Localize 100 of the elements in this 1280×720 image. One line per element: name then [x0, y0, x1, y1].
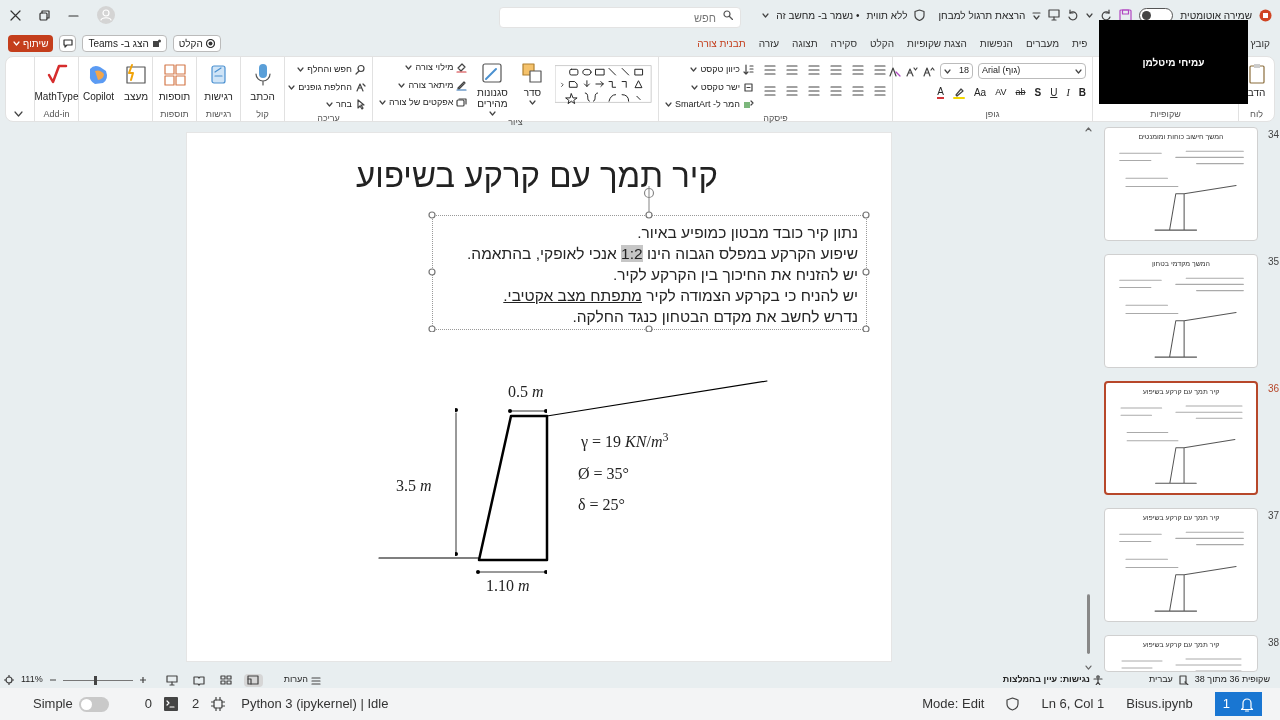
- ribbon-button[interactable]: רגישות: [201, 63, 236, 104]
- undo-icon[interactable]: [1067, 9, 1080, 21]
- ribbon-tab[interactable]: תבנית צורה: [697, 35, 746, 51]
- save-icon[interactable]: [1119, 8, 1133, 22]
- caret-icon: [488, 111, 496, 116]
- align-text-icon: [743, 81, 754, 93]
- ribbon-command[interactable]: החלפת גופנים: [288, 80, 366, 94]
- align-left-icon[interactable]: [829, 84, 842, 97]
- ribbon-button[interactable]: סגנונות מהירים: [475, 61, 510, 116]
- ribbon-tab[interactable]: מעברים: [1025, 35, 1060, 51]
- ribbon-tab[interactable]: תצוגה: [792, 35, 818, 51]
- fit-to-window-icon[interactable]: [4, 675, 14, 685]
- ribbon-button[interactable]: הכתב: [247, 63, 278, 104]
- spellcheck-icon[interactable]: [1178, 675, 1189, 685]
- zoom-slider-thumb[interactable]: [94, 675, 98, 685]
- font-name-field[interactable]: Arial (גוף): [978, 63, 1086, 79]
- font-size-field[interactable]: 18: [940, 63, 973, 79]
- ribbon-command[interactable]: חפש והחלף: [297, 63, 366, 77]
- notes-button[interactable]: הערות: [283, 673, 321, 687]
- present-in-teams-button[interactable]: הצג ב- Teams: [82, 34, 167, 52]
- highlighter-icon[interactable]: [952, 86, 965, 99]
- justify-icon[interactable]: [807, 84, 820, 97]
- left-to-right-icon[interactable]: [763, 84, 776, 97]
- redo-icon[interactable]: [1100, 9, 1113, 21]
- ribbon-tab[interactable]: הקלט: [870, 35, 895, 51]
- ribbon-button[interactable]: סדר: [517, 61, 548, 105]
- kernel-status[interactable]: Python 3 (ipykernel) | Idle: [241, 694, 389, 714]
- shield-icon[interactable]: [1006, 697, 1020, 711]
- comments-button[interactable]: [59, 34, 77, 52]
- right-to-left-icon[interactable]: [785, 84, 798, 97]
- ribbon-command[interactable]: אפקטים של צורה: [379, 96, 468, 110]
- record-button[interactable]: הקלט: [172, 34, 221, 52]
- grow-font-icon[interactable]: [923, 65, 935, 77]
- customize-icon[interactable]: [1032, 10, 1042, 20]
- document-title[interactable]: הרצאת תרגול למבחן: [938, 7, 1026, 23]
- search-field[interactable]: חפש: [499, 7, 741, 28]
- slide-position: שקופית 36 מתוך 38: [1194, 673, 1270, 687]
- collapse-ribbon-icon[interactable]: [14, 111, 23, 117]
- ribbon-button[interactable]: מעצב: [121, 63, 152, 104]
- format-button[interactable]: B: [1078, 85, 1086, 100]
- line-spacing-icon[interactable]: [785, 63, 798, 76]
- caret-icon: [1086, 12, 1094, 18]
- slide-number: 36: [1268, 382, 1280, 396]
- share-button[interactable]: שיתוף: [8, 34, 54, 52]
- ribbon-command[interactable]: מיתאר צורה: [398, 78, 468, 92]
- numbering-icon[interactable]: [851, 63, 864, 76]
- close-icon[interactable]: [10, 9, 21, 21]
- ribbon-group-label: שקופיות: [1150, 109, 1181, 119]
- ribbon-command[interactable]: המר ל- SmartArt: [665, 98, 754, 112]
- ribbon-button[interactable]: Copilot: [79, 63, 118, 104]
- view-button[interactable]: [243, 673, 263, 687]
- ribbon-tab[interactable]: עזרה: [758, 35, 780, 51]
- ribbon-button[interactable]: MathType: [31, 63, 82, 104]
- participant-name: עמיחי מיטלמן: [1142, 55, 1205, 70]
- zoom-level[interactable]: 111%: [21, 673, 43, 687]
- format-button[interactable]: A: [937, 86, 944, 99]
- format-button[interactable]: ab: [1015, 85, 1026, 100]
- terminal-icon[interactable]: [164, 697, 178, 711]
- ribbon-group-label: קול: [256, 109, 269, 119]
- ribbon-command[interactable]: ישר טקסט: [690, 80, 754, 94]
- ribbon-button[interactable]: תוספות: [155, 63, 194, 104]
- decrease-indent-icon[interactable]: [829, 63, 842, 76]
- accessibility-button[interactable]: נגישות: עיין בהמלצות: [1002, 673, 1103, 687]
- restore-icon[interactable]: [39, 9, 50, 21]
- ribbon-command[interactable]: מילוי צורה: [405, 61, 468, 75]
- increase-indent-icon[interactable]: [807, 63, 820, 76]
- center-icon[interactable]: [851, 84, 864, 97]
- zoom-in-icon[interactable]: [139, 677, 146, 683]
- format-button[interactable]: S: [1034, 85, 1042, 100]
- columns-icon[interactable]: [763, 63, 776, 76]
- accessibility-icon: [1093, 675, 1103, 685]
- align-right-icon[interactable]: [873, 84, 886, 97]
- ribbon-tab[interactable]: קובץ: [1250, 35, 1270, 51]
- paste-button[interactable]: הדב: [1246, 63, 1267, 100]
- caret-icon: [288, 84, 296, 90]
- format-button[interactable]: I: [1066, 85, 1070, 100]
- language-button[interactable]: עברית: [1149, 673, 1173, 687]
- caret-icon: [379, 100, 386, 106]
- cursor-position[interactable]: Ln 6, Col 1: [1041, 694, 1105, 714]
- format-button[interactable]: U: [1050, 85, 1058, 100]
- scrollbar[interactable]: [1084, 126, 1092, 672]
- ribbon-tab[interactable]: הצגת שקופיות: [907, 35, 967, 51]
- slide-number: 34: [1268, 128, 1280, 142]
- simple-mode-toggle[interactable]: [78, 696, 109, 712]
- designer-icon: [124, 63, 149, 87]
- ribbon-tab[interactable]: פית: [1072, 35, 1088, 51]
- kernel-icon[interactable]: [211, 697, 226, 711]
- format-button[interactable]: Aa: [973, 85, 987, 100]
- ribbon-tab[interactable]: הנפשות: [979, 35, 1013, 51]
- notifications-button[interactable]: 1: [1214, 692, 1262, 716]
- ribbon-command[interactable]: כיוון טקסט: [690, 63, 754, 77]
- clear-formatting-icon[interactable]: [889, 65, 901, 77]
- caret-icon: [405, 65, 413, 71]
- search-icon: [723, 9, 733, 20]
- app-icon: [1259, 8, 1272, 22]
- ribbon-command[interactable]: בחר: [325, 98, 366, 112]
- format-button[interactable]: AV: [995, 85, 1007, 100]
- ribbon-tab[interactable]: סקירה: [830, 35, 858, 51]
- shrink-font-icon[interactable]: [906, 65, 918, 77]
- presentation-icon[interactable]: [1048, 9, 1061, 21]
